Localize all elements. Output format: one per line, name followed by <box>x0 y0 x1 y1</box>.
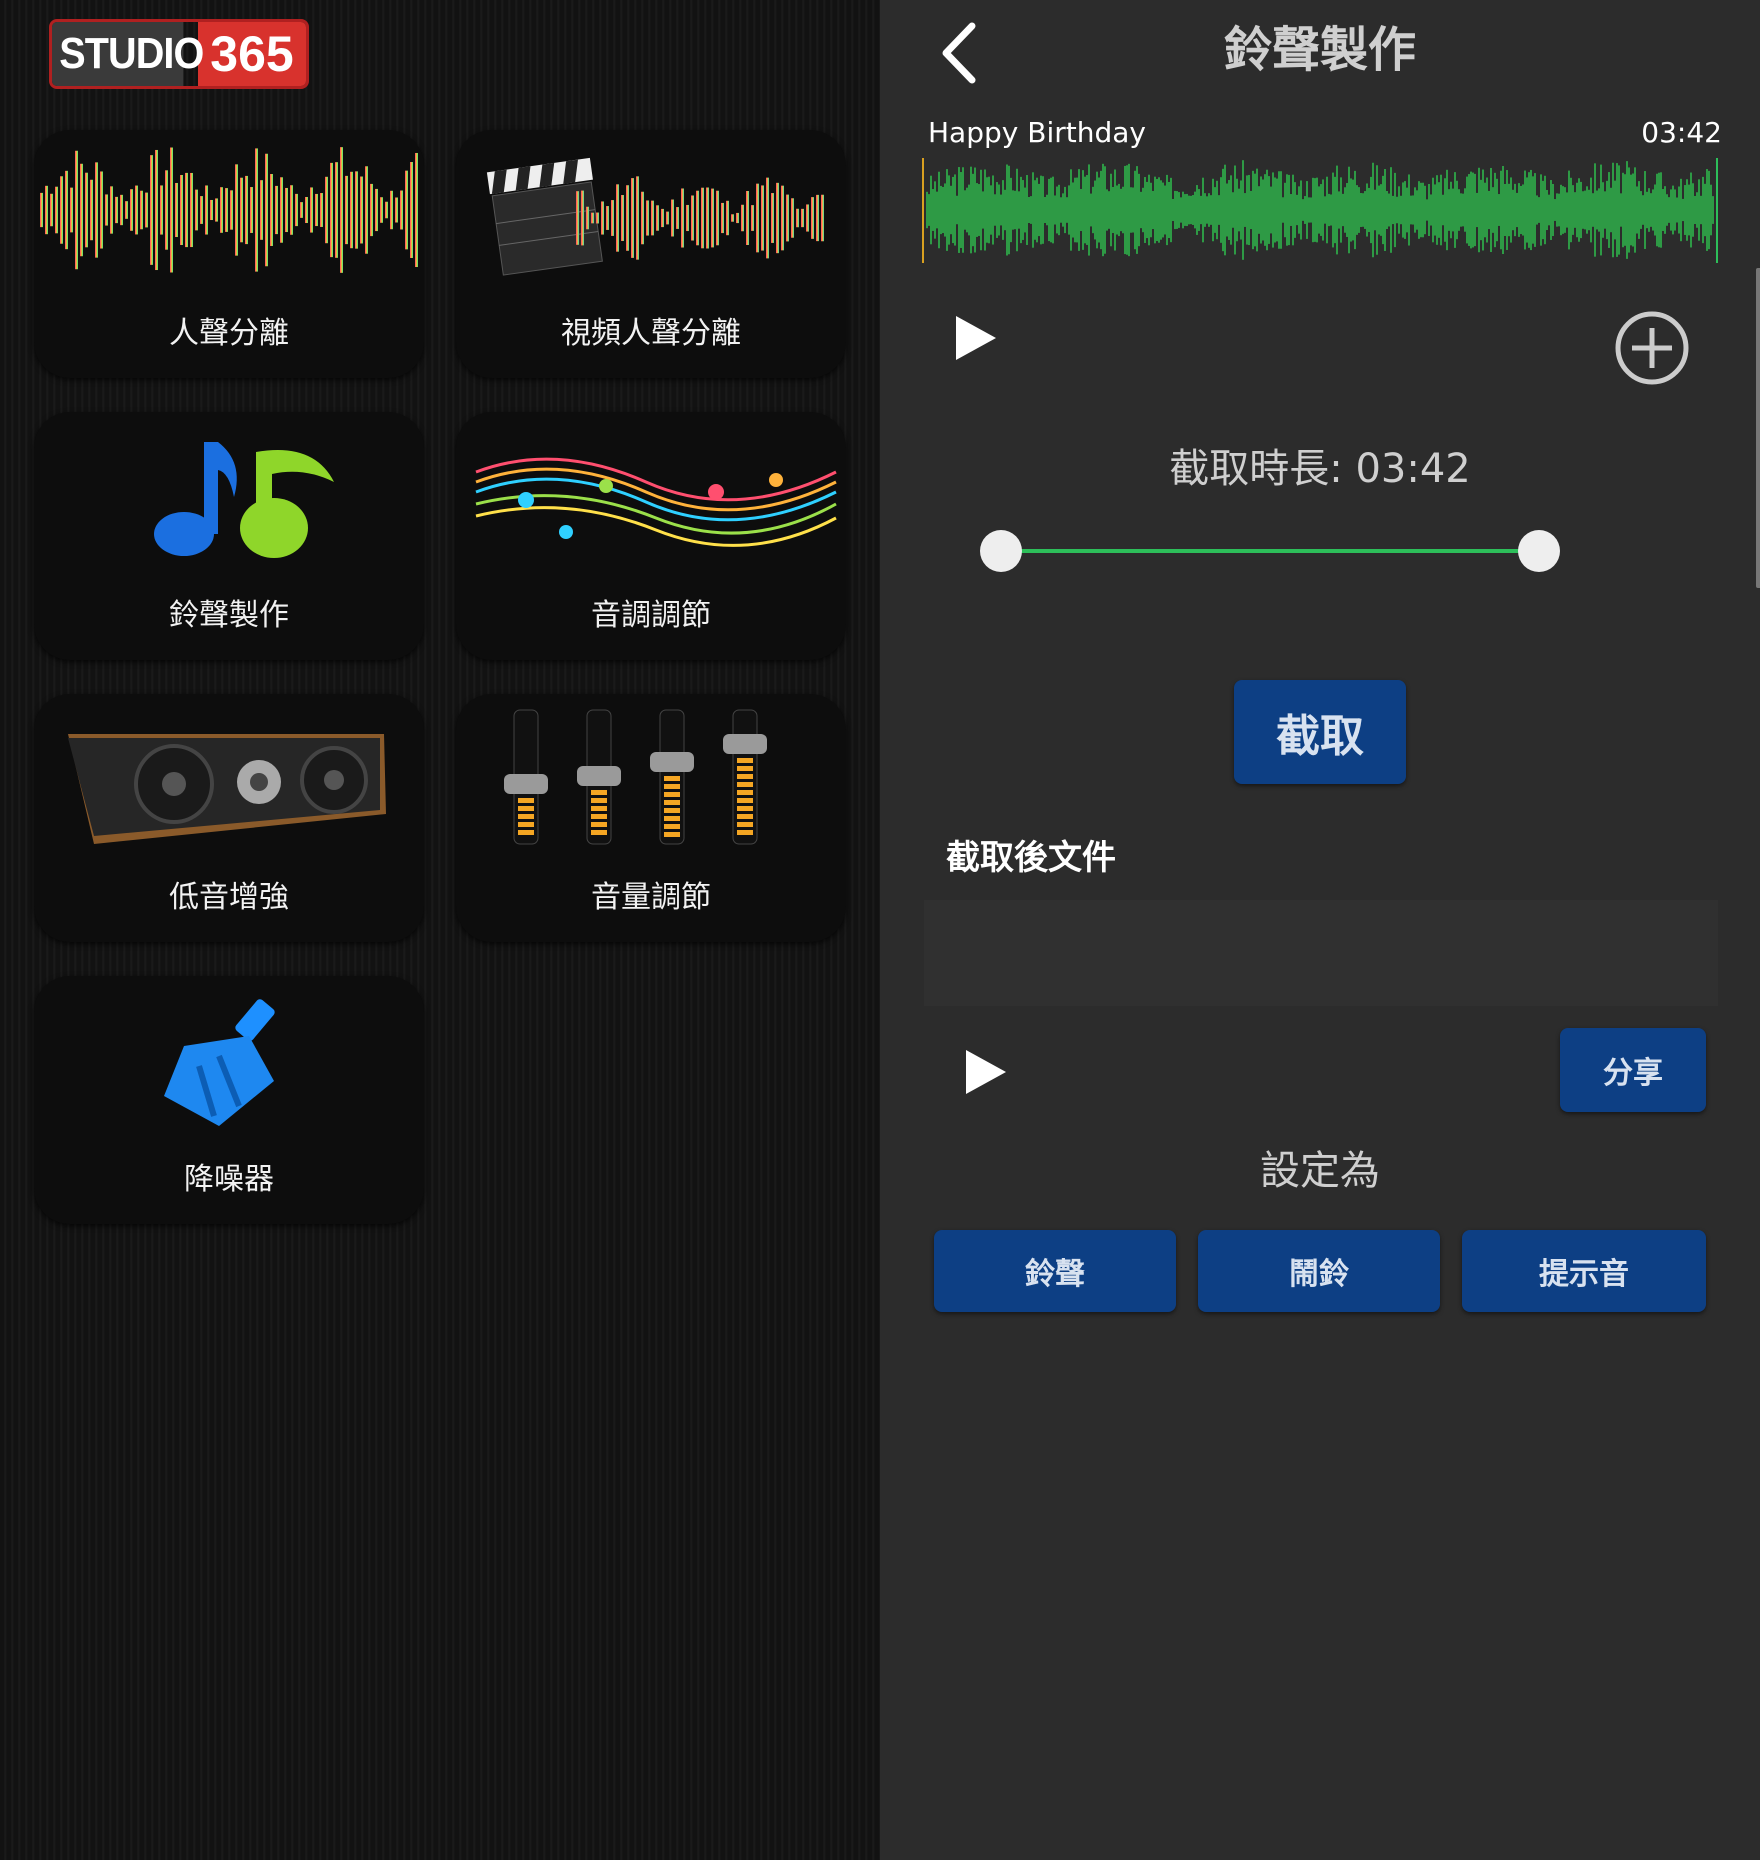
speaker-icon <box>68 734 386 844</box>
tile-label: 降噪器 <box>184 1162 274 1197</box>
tile-volume-adjust[interactable]: 音量調節 <box>456 694 846 942</box>
trim-duration-label: 截取時長: 03:42 <box>1169 446 1471 492</box>
tile-vocal-separation[interactable]: 人聲分離 <box>34 130 424 378</box>
broom-icon <box>164 999 275 1126</box>
play-trimmed-icon[interactable] <box>962 1046 1010 1098</box>
tile-bass-boost[interactable]: 低音增強 <box>34 694 424 942</box>
set-notification-button[interactable]: 提示音 <box>1462 1230 1706 1312</box>
trim-range-slider[interactable] <box>980 530 1560 572</box>
tile-label: 音量調節 <box>591 880 711 915</box>
page-title: 鈴聲製作 <box>1223 22 1416 78</box>
clapperboard-waveform-icon <box>486 157 824 276</box>
trimmed-file-label: 截取後文件 <box>946 838 1116 878</box>
tile-label: 鈴聲製作 <box>169 598 289 633</box>
tile-video-vocal-separation[interactable]: 視頻人聲分離 <box>456 130 846 378</box>
equalizer-sliders-icon <box>504 709 767 845</box>
set-alarm-button[interactable]: 鬧鈴 <box>1198 1230 1440 1312</box>
logo-text-studio: STUDIO <box>52 22 204 86</box>
cut-button[interactable]: 截取 <box>1234 680 1406 784</box>
tile-label: 低音增強 <box>169 880 289 915</box>
add-circle-icon[interactable] <box>1614 310 1690 386</box>
set-ringtone-button[interactable]: 鈴聲 <box>934 1230 1176 1312</box>
trim-end-handle[interactable] <box>1518 530 1560 572</box>
feature-menu-panel: STUDIO 365 人聲分離 視頻人聲分離 鈴聲製作 音調調節 低音增強 音量… <box>0 0 880 1860</box>
waveform-icon <box>40 147 418 273</box>
play-icon[interactable] <box>952 312 1000 364</box>
tile-pitch-adjust[interactable]: 音調調節 <box>456 412 846 660</box>
trimmed-file-area <box>924 900 1718 1006</box>
slider-track <box>1000 549 1540 553</box>
tile-label: 音調調節 <box>591 598 711 633</box>
scroll-indicator[interactable] <box>1756 268 1760 588</box>
ringtone-editor-panel: 鈴聲製作 Happy Birthday 03:42 截取時長: 03:42 截取… <box>880 0 1760 1860</box>
set-as-label: 設定為 <box>1260 1148 1380 1194</box>
tile-label: 人聲分離 <box>169 316 289 351</box>
music-staff-icon <box>475 457 837 547</box>
studio365-logo: STUDIO 365 <box>52 22 306 86</box>
song-name: Happy Birthday <box>928 116 1146 149</box>
logo-text-365: 365 <box>198 22 306 86</box>
share-button[interactable]: 分享 <box>1560 1028 1706 1112</box>
music-notes-icon <box>154 442 334 558</box>
trim-start-handle[interactable] <box>980 530 1022 572</box>
audio-waveform[interactable] <box>922 158 1718 263</box>
tile-label: 視頻人聲分離 <box>561 316 741 351</box>
tile-noise-reducer[interactable]: 降噪器 <box>34 976 424 1224</box>
tile-ringtone-maker[interactable]: 鈴聲製作 <box>34 412 424 660</box>
song-duration: 03:42 <box>1641 116 1722 149</box>
